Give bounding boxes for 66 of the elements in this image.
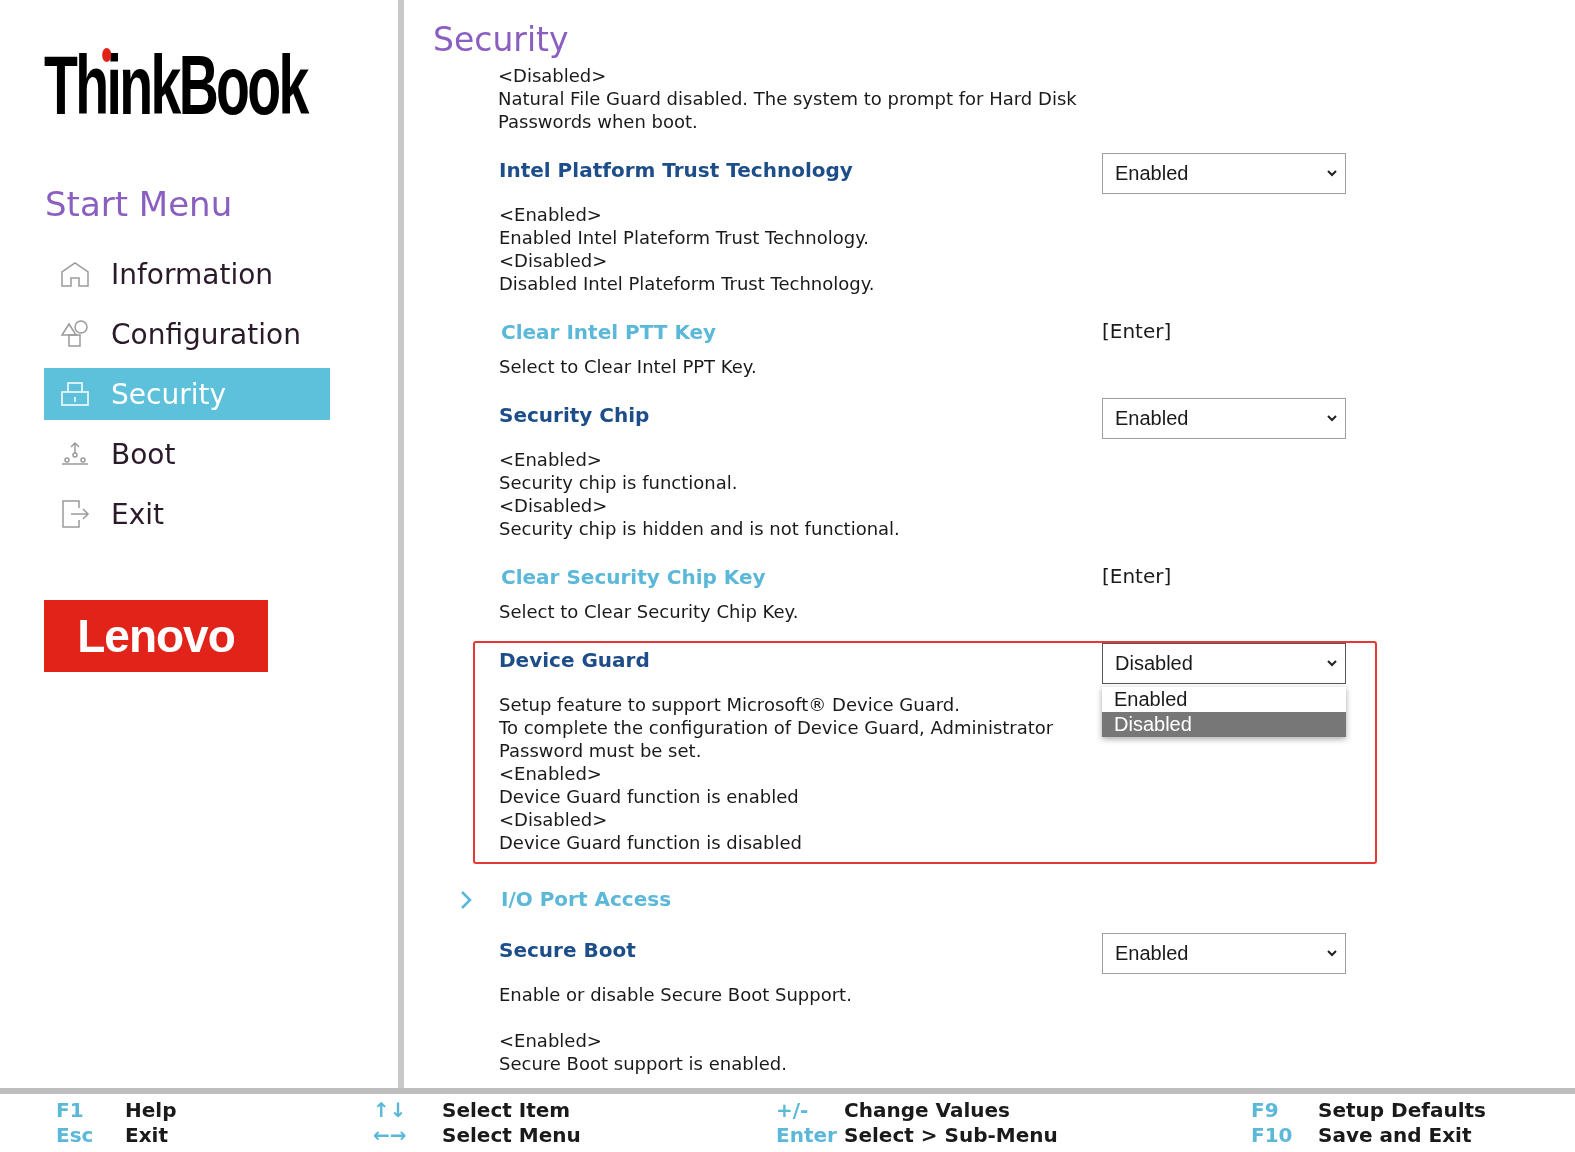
description-line: Select to Clear Intel PPT Key. bbox=[499, 355, 757, 378]
menu-title: Start Menu bbox=[45, 183, 234, 226]
setting-title: Secure Boot bbox=[499, 937, 636, 964]
description-line: Password must be set. bbox=[499, 739, 702, 762]
setting-title: Device Guard bbox=[499, 647, 650, 674]
key-action: Help bbox=[125, 1098, 178, 1123]
brand-logo: ThinkBook bbox=[44, 42, 307, 128]
description-line: <Disabled> bbox=[499, 249, 608, 272]
dropdown[interactable]: Enabled bbox=[1102, 398, 1346, 439]
menu-item[interactable]: Exit bbox=[44, 488, 330, 540]
description-line: Secure Boot support is enabled. bbox=[499, 1052, 787, 1075]
action-hint: [Enter] bbox=[1102, 563, 1173, 590]
description-line: <Enabled> bbox=[499, 1029, 602, 1052]
setting-title: Intel Platform Trust Technology bbox=[499, 157, 853, 184]
key-label: ←→ bbox=[373, 1123, 408, 1148]
exit-icon bbox=[59, 498, 91, 530]
description-line: <Disabled> bbox=[499, 808, 608, 831]
key-action: Save and Exit bbox=[1318, 1123, 1473, 1148]
menu-item[interactable]: Configuration bbox=[44, 308, 330, 360]
dropdown-option[interactable]: Enabled bbox=[1102, 687, 1346, 712]
key-label: Enter bbox=[776, 1123, 838, 1148]
setting-title: Security Chip bbox=[499, 402, 650, 429]
key-label: +/- bbox=[776, 1098, 810, 1123]
caret-icon bbox=[1327, 415, 1337, 422]
key-action: Setup Defaults bbox=[1318, 1098, 1487, 1123]
dropdown-option[interactable]: Disabled bbox=[1102, 712, 1346, 737]
description-line: Setup feature to support Microsoft® Device Guard. bbox=[499, 693, 960, 716]
description-line: Disabled Intel Plateform Trust Technology. bbox=[499, 272, 875, 295]
dropdown[interactable]: Enabled bbox=[1102, 933, 1346, 974]
description-line: Device Guard function is disabled bbox=[499, 831, 802, 854]
description-line: <Disabled> bbox=[499, 494, 608, 517]
menu-item[interactable]: Information bbox=[44, 248, 330, 300]
description-line: Natural File Guard disabled. The system to prompt for Hard Disk bbox=[498, 87, 1077, 110]
key-label: F10 bbox=[1251, 1123, 1294, 1148]
description-line: <Enabled> bbox=[499, 203, 602, 226]
key-action: Select Menu bbox=[442, 1123, 582, 1148]
key-action: Select Item bbox=[442, 1098, 572, 1123]
key-label: ↑↓ bbox=[373, 1098, 408, 1123]
key-label: Esc bbox=[56, 1123, 95, 1148]
caret-icon bbox=[1327, 660, 1337, 667]
caret-icon bbox=[1327, 950, 1337, 957]
menu-item[interactable]: Boot bbox=[44, 428, 330, 480]
description-line: Select to Clear Security Chip Key. bbox=[499, 600, 799, 623]
page-title: Security bbox=[433, 20, 570, 60]
key-label: F9 bbox=[1251, 1098, 1280, 1123]
action-hint: [Enter] bbox=[1102, 318, 1173, 345]
description-line: Device Guard function is enabled bbox=[499, 785, 799, 808]
description-line: Security chip is functional. bbox=[499, 471, 738, 494]
description-line: Enable or disable Secure Boot Support. bbox=[499, 983, 852, 1006]
description-line: To complete the configuration of Device Guard, Administrator bbox=[499, 716, 1054, 739]
description-line: <Disabled> bbox=[498, 64, 607, 87]
description-line: Security chip is hidden and is not functional. bbox=[499, 517, 900, 540]
key-action: Exit bbox=[125, 1123, 169, 1148]
dropdown[interactable]: Enabled bbox=[1102, 153, 1346, 194]
dropdown[interactable]: Disabled bbox=[1102, 643, 1346, 684]
description-line: Passwords when boot. bbox=[498, 110, 698, 133]
vendor-logo: Lenovo bbox=[44, 600, 268, 672]
key-action: Change Values bbox=[844, 1098, 1011, 1123]
description-line: <Enabled> bbox=[499, 448, 602, 471]
description-line: <Enabled> bbox=[499, 762, 602, 785]
description-line: Enabled Intel Plateform Trust Technology. bbox=[499, 226, 870, 249]
caret-icon bbox=[1327, 170, 1337, 177]
shapes-icon bbox=[59, 318, 91, 350]
key-action: Select > Sub-Menu bbox=[844, 1123, 1059, 1148]
chevron-icon bbox=[459, 890, 473, 910]
key-label: F1 bbox=[56, 1098, 85, 1123]
